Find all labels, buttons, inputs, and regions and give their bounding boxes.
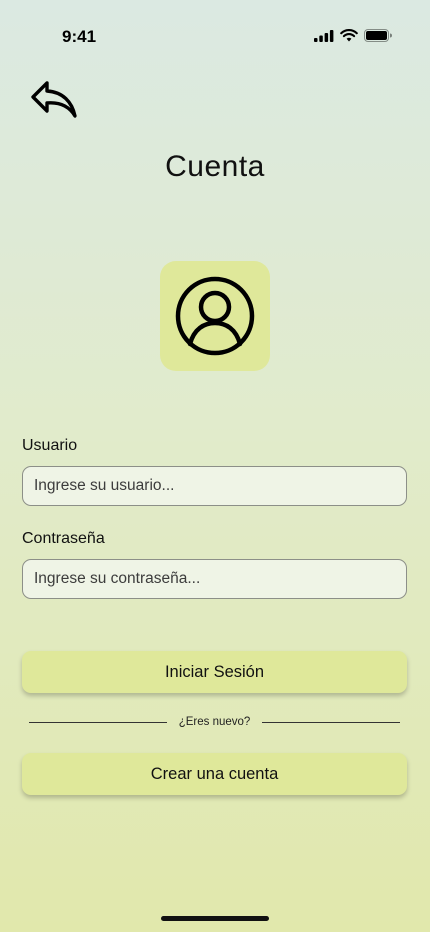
username-input[interactable] (22, 466, 407, 506)
login-button[interactable]: Iniciar Sesión (22, 651, 407, 693)
reply-arrow-icon (31, 81, 77, 118)
divider-line-left (29, 721, 167, 723)
battery-icon (364, 29, 392, 47)
create-account-button[interactable]: Crear una cuenta (22, 753, 407, 795)
divider-text: ¿Eres nuevo? (178, 716, 251, 728)
username-label: Usuario (22, 437, 78, 454)
status-time: 9:41 (62, 27, 97, 46)
home-indicator (161, 916, 269, 921)
divider: ¿Eres nuevo? (29, 712, 401, 732)
divider-line-right (262, 721, 401, 723)
password-label: Contraseña (22, 530, 105, 547)
status-icons (314, 29, 392, 47)
status-bar: 9:41 (0, 0, 430, 60)
back-button[interactable] (30, 78, 78, 120)
cellular-signal-icon (314, 29, 334, 47)
wifi-icon (340, 29, 358, 47)
page-title: Cuenta (165, 150, 265, 183)
avatar (160, 261, 270, 371)
user-circle-icon (175, 276, 255, 356)
password-input[interactable] (22, 559, 407, 599)
